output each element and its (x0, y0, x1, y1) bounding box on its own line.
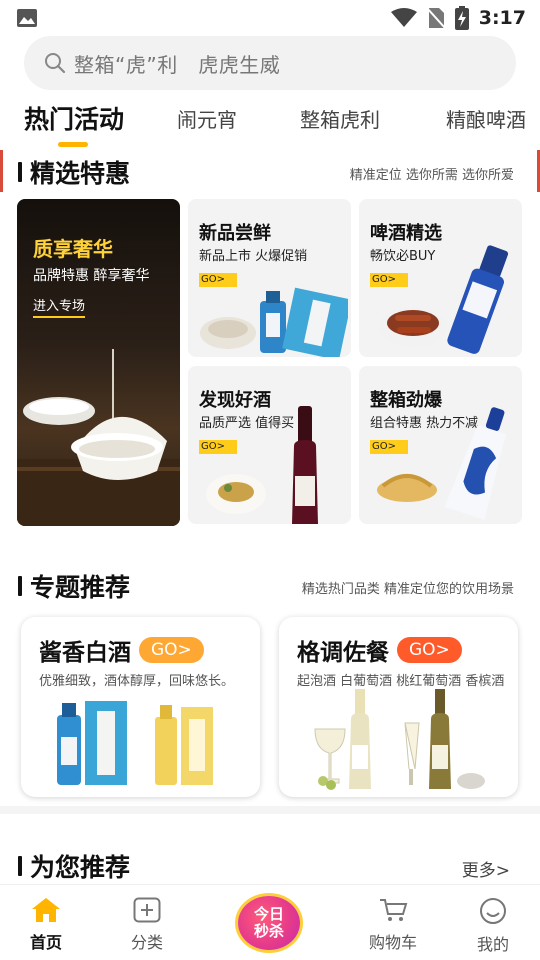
nav-label: 首页 (29, 933, 62, 952)
recommend-section-title: 为您推荐 (30, 853, 131, 882)
search-placeholder: 整箱“虎”利 虎虎生威 (74, 52, 281, 77)
search-bar[interactable]: 整箱“虎”利 虎虎生威 (24, 36, 516, 90)
wifi-icon (390, 8, 417, 27)
section-marker (18, 856, 22, 876)
category-icon (133, 897, 161, 923)
nav-profile[interactable]: 我的 (453, 897, 533, 955)
topic-card-sauce-aroma-baijiu[interactable]: 酱香白酒 GO> 优雅细致，酒体醇厚，回味悠长。 (21, 617, 260, 797)
baijiu-bottles-image (57, 701, 213, 785)
deal-card-new-products[interactable]: 新品尝鲜 新品上市 火爆促销 GO> (188, 199, 351, 357)
flash-sale-button[interactable]: 今日 秒杀 (238, 896, 300, 950)
tab-full-case[interactable]: 整箱虎利 (300, 104, 380, 133)
profile-icon (480, 898, 506, 924)
white-wine-bottles-image (314, 689, 485, 790)
topics-section-title: 专题推荐 (30, 573, 131, 602)
featured-promo-link[interactable]: 进入专场 (33, 295, 86, 318)
section-divider (0, 806, 540, 814)
topic-go-button[interactable]: GO> (139, 637, 204, 663)
red-wine-image (206, 406, 318, 524)
porcelain-baijiu-image (377, 407, 507, 520)
nav-label: 我的 (476, 935, 509, 954)
section-marker (18, 162, 22, 182)
topic-card-subtitle: 优雅细致，酒体醇厚，回味悠长。 (39, 674, 235, 689)
nav-cart[interactable]: 购物车 (353, 897, 433, 953)
gallery-notification-icon (17, 9, 37, 27)
topics-section-header: 专题推荐 精选热门品类 精准定位您的饮用场景 (0, 566, 540, 606)
deal-card-full-case[interactable]: 整箱劲爆 组合特惠 热力不减 GO> (359, 366, 522, 524)
featured-promo-card[interactable]: 质享奢华 品牌特惠 醉享奢华 进入专场 (17, 199, 180, 526)
baijiu-gift-box-image (200, 287, 348, 357)
deal-card-title: 啤酒精选 (370, 223, 442, 244)
clock: 3:17 (478, 7, 526, 29)
status-bar: 3:17 (0, 0, 540, 36)
category-tabs: 热门活动 闹元宵 整箱虎利 精酿啤酒 (0, 98, 540, 148)
nav-home[interactable]: 首页 (6, 897, 86, 953)
deals-section-subtitle: 精准定位 选你所需 选你所爱 (349, 168, 514, 183)
topic-card-title: 格调佐餐 (297, 640, 389, 666)
tab-hot-activities[interactable]: 热门活动 (24, 100, 124, 136)
cart-icon (380, 899, 408, 921)
deal-card-subtitle: 新品上市 火爆促销 (199, 249, 308, 264)
liquor-bowl-image (17, 349, 180, 526)
battery-charging-icon (454, 6, 469, 30)
more-link[interactable]: 更多> (462, 856, 510, 881)
deals-section-title: 精选特惠 (30, 159, 131, 188)
topic-card-title: 酱香白酒 (39, 640, 131, 666)
deal-card-title: 新品尝鲜 (199, 223, 271, 244)
deals-section-header: 精选特惠 精准定位 选你所需 选你所爱 (0, 152, 540, 192)
section-marker (18, 576, 22, 596)
topic-card-subtitle: 起泡酒 白葡萄酒 桃红葡萄酒 香槟酒 (297, 674, 505, 689)
deal-card-discover-wine[interactable]: 发现好酒 品质严选 值得买 GO> (188, 366, 351, 524)
home-icon (32, 898, 60, 922)
nav-label: 分类 (130, 933, 163, 952)
nav-label: 购物车 (368, 933, 417, 952)
flash-sale-line2: 秒杀 (253, 922, 284, 940)
recommend-section-header: 为您推荐 更多> (0, 846, 540, 886)
topics-section-subtitle: 精选热门品类 精准定位您的饮用场景 (301, 582, 514, 597)
topic-card-dining-wine[interactable]: 格调佐餐 GO> 起泡酒 白葡萄酒 桃红葡萄酒 香槟酒 (279, 617, 518, 797)
featured-promo-title: 质享奢华 (33, 237, 113, 261)
featured-promo-subtitle: 品牌特惠 醉享奢华 (33, 268, 150, 284)
search-icon (45, 53, 66, 74)
beer-and-sausage-image (379, 245, 509, 354)
deal-card-beer[interactable]: 啤酒精选 畅饮必BUY GO> (359, 199, 522, 357)
no-sim-icon (426, 7, 445, 29)
tab-craft-beer[interactable]: 精酿啤酒 (446, 104, 526, 133)
tab-lantern-festival[interactable]: 闹元宵 (177, 104, 237, 133)
nav-category[interactable]: 分类 (107, 897, 187, 953)
topic-go-button[interactable]: GO> (397, 637, 462, 663)
flash-sale-line1: 今日 (253, 905, 284, 923)
active-tab-indicator (58, 142, 88, 147)
